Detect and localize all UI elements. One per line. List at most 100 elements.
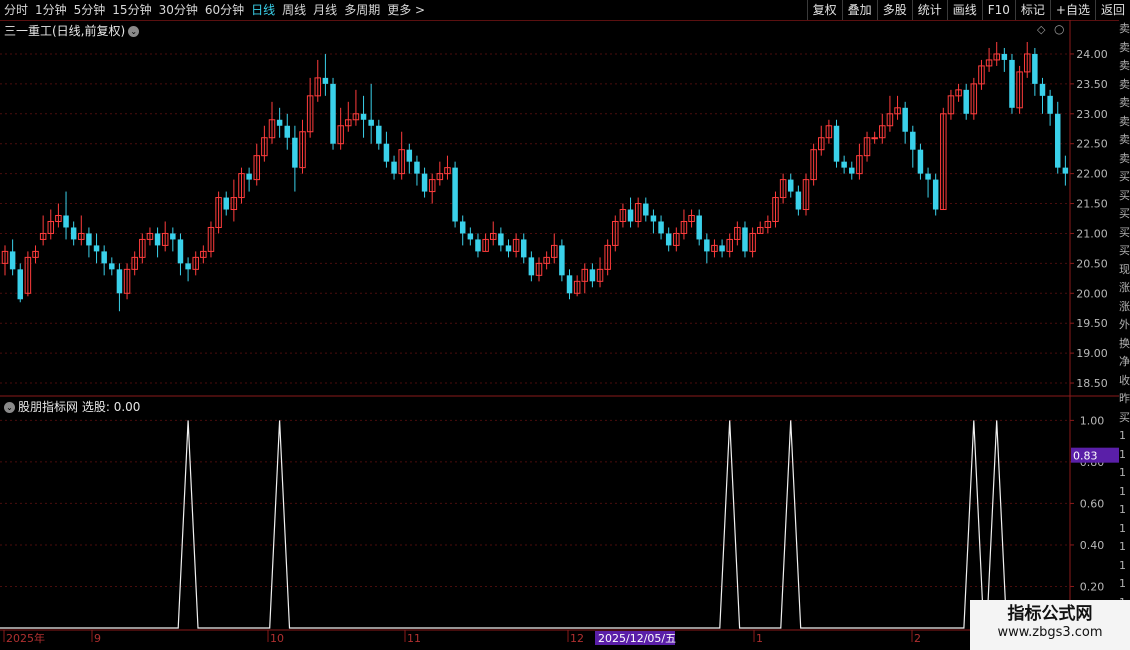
y-tick-label: 22.00 <box>1076 168 1108 181</box>
y-tick-label: 23.50 <box>1076 78 1108 91</box>
right-edge-label: 1 <box>1119 577 1126 590</box>
candle-body <box>9 251 16 270</box>
y-tick-label: 19.00 <box>1076 347 1108 360</box>
candle-body <box>665 233 672 246</box>
candle-body <box>833 125 840 162</box>
right-edge-label: 昨 <box>1119 392 1130 405</box>
candle-body <box>1032 53 1038 84</box>
candle-body <box>566 275 573 294</box>
right-edge-label: 涨 <box>1119 281 1130 294</box>
candle-body <box>17 269 24 300</box>
candle-body <box>925 173 931 180</box>
candle-body <box>177 239 184 264</box>
indicator-param-label: 选股: <box>81 400 110 414</box>
right-edge-label: 卖 <box>1119 40 1130 54</box>
y-tick-label: 20.50 <box>1076 257 1108 270</box>
right-edge-label: 买 <box>1119 207 1130 220</box>
candle-body <box>787 179 794 192</box>
right-edge-label: 买 <box>1119 170 1130 183</box>
candle-body <box>170 233 176 240</box>
candle-body <box>467 233 474 240</box>
right-edge-label: 1 <box>1119 521 1126 535</box>
candle-body <box>505 245 512 252</box>
candle-body <box>223 197 229 210</box>
y-tick-label: 20.00 <box>1076 287 1108 300</box>
indicator-line <box>0 420 1070 629</box>
cursor-date-label: 2025/12/05/五 <box>598 632 676 645</box>
candle-body <box>391 161 397 174</box>
y-tick-label: 18.50 <box>1076 377 1108 390</box>
right-edge-label: 卖 <box>1119 59 1130 72</box>
candle-body <box>368 119 374 126</box>
indicator-title: ⌄ 股朋指标网 选股: 0.00 <box>4 398 140 415</box>
right-edge-label: 卖 <box>1119 77 1130 91</box>
candle-body <box>704 239 710 252</box>
candle-body <box>917 149 924 174</box>
right-edge-label: 卖 <box>1119 151 1130 165</box>
candle-body <box>559 245 565 276</box>
candle-body <box>101 251 107 264</box>
watermark-title: 指标公式网 <box>1007 604 1093 624</box>
x-tick-label: 10 <box>270 632 284 645</box>
candle-body <box>1054 113 1061 168</box>
candle-body <box>658 221 664 234</box>
right-edge-label: 买 <box>1119 188 1130 202</box>
candle-body <box>475 239 481 252</box>
x-tick-label: 2025年 <box>6 631 45 645</box>
candle-body <box>932 179 939 210</box>
stock-title: 三一重工(日线,前复权) <box>4 24 126 38</box>
right-edge-label: 1 <box>1119 447 1126 461</box>
kline-chart[interactable]: 24.0023.5023.0022.5022.0021.5021.0020.50… <box>0 0 1130 650</box>
indicator-tick-label: 0.40 <box>1080 539 1105 552</box>
candle-body <box>360 113 367 120</box>
chevron-down-icon[interactable]: ⌄ <box>128 26 140 37</box>
candle-body <box>292 137 298 168</box>
candle-body <box>459 221 466 234</box>
y-tick-label: 23.00 <box>1076 108 1108 121</box>
candle-body <box>116 269 123 294</box>
x-tick-label: 1 <box>756 632 763 645</box>
right-edge-panel: 卖卖卖卖卖卖卖卖买买买买买现涨涨外换净收昨买11111111111 <box>1119 20 1130 650</box>
candle-body <box>696 215 702 240</box>
candle-body <box>498 233 504 246</box>
candle-body <box>528 257 535 276</box>
candle-body <box>86 233 92 246</box>
right-edge-label: 1 <box>1119 484 1126 498</box>
y-tick-label: 19.50 <box>1076 317 1108 330</box>
right-edge-label: 1 <box>1119 466 1126 479</box>
diamond-icon[interactable]: ◇ <box>1037 23 1045 36</box>
right-edge-label: 外 <box>1119 318 1130 331</box>
candle-body <box>841 161 847 168</box>
y-tick-label: 21.00 <box>1076 227 1108 240</box>
candle-body <box>627 209 634 222</box>
candle-body <box>902 107 908 132</box>
right-edge-label: 收 <box>1119 373 1130 387</box>
candle-body <box>1009 59 1015 108</box>
indicator-param-value: 0.00 <box>113 400 141 414</box>
main-chart-title: 三一重工(日线,前复权) ⌄ <box>4 22 140 39</box>
right-edge-label: 买 <box>1119 225 1130 239</box>
candle-body <box>330 83 336 144</box>
candle-body <box>414 161 420 174</box>
candle-body <box>383 143 390 162</box>
candle-body <box>322 77 329 84</box>
right-edge-label: 买 <box>1119 244 1130 257</box>
right-edge-label: 现 <box>1119 262 1130 276</box>
candle-body <box>589 269 596 282</box>
candle-body <box>719 245 725 252</box>
candle-body <box>1047 95 1053 114</box>
chevron-down-icon[interactable]: ⌄ <box>4 402 15 413</box>
candle-body <box>650 215 657 222</box>
candle-body <box>185 263 191 270</box>
cursor-value-label: 0.83 <box>1073 450 1098 463</box>
candle-body <box>421 173 428 192</box>
candle-body <box>520 239 527 258</box>
candle-body <box>1001 53 1008 60</box>
right-edge-label: 卖 <box>1119 114 1130 128</box>
circle-icon[interactable]: ○ <box>1054 22 1064 36</box>
candle-body <box>276 119 283 126</box>
y-tick-label: 24.00 <box>1076 48 1108 61</box>
indicator-tick-label: 0.20 <box>1080 580 1105 593</box>
right-edge-label: 卖 <box>1119 22 1130 35</box>
x-tick-label: 9 <box>94 632 101 645</box>
